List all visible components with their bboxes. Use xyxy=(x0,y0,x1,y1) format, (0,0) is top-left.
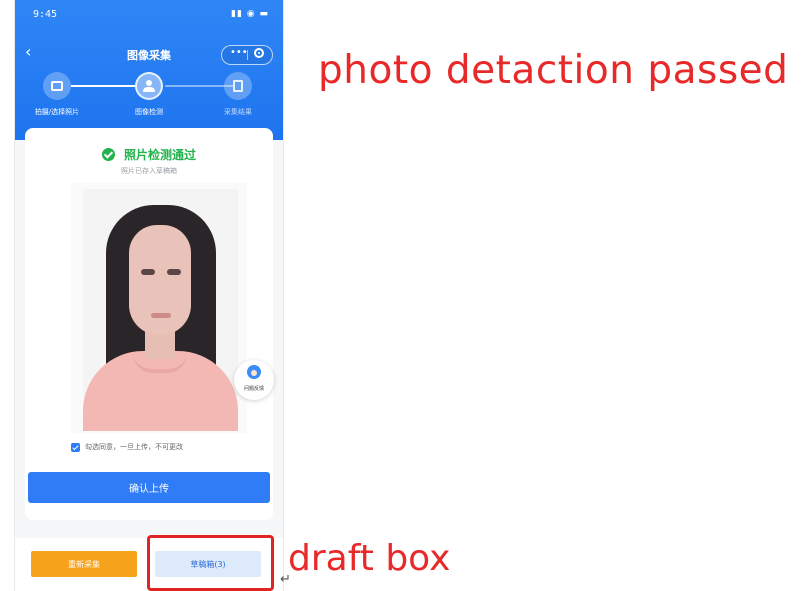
step-detect: 图像检测 xyxy=(104,72,194,117)
confirm-upload-button[interactable]: 确认上传 xyxy=(28,472,270,503)
agreement-text: 勾选同意，一旦上传，不可更改 xyxy=(85,443,183,451)
photo-eye-left xyxy=(141,269,155,275)
mini-program-capsule: ••• xyxy=(221,45,273,65)
photo-eye-right xyxy=(167,269,181,275)
step-detect-circle xyxy=(135,72,163,100)
feedback-float-button[interactable]: 问题反馈 xyxy=(234,360,274,400)
result-title: 照片检测通过 xyxy=(124,148,197,162)
image-icon xyxy=(51,81,63,91)
header-background: 9:45 ▮▮ ◉ ▬ ‹ 图像采集 ••• 拍摄/选择照片 图像检测 采集结果 xyxy=(15,0,283,140)
result-row: 照片检测通过 xyxy=(25,144,273,163)
captured-photo xyxy=(71,183,247,433)
retake-button[interactable]: 重新采集 xyxy=(31,551,137,577)
customer-service-icon xyxy=(247,365,261,379)
agreement-checkbox[interactable] xyxy=(71,443,80,452)
step-capture-circle xyxy=(43,72,71,100)
feedback-label: 问题反馈 xyxy=(243,386,264,392)
status-time: 9:45 xyxy=(33,9,58,20)
document-icon xyxy=(233,80,243,92)
annotation-draft-box: draft box xyxy=(288,538,451,579)
status-icons: ▮▮ ◉ ▬ xyxy=(231,9,269,19)
step-capture: 拍摄/选择照片 xyxy=(15,72,102,117)
photo-face xyxy=(129,225,191,335)
annotation-photo-passed: photo detaction passed xyxy=(318,48,789,93)
close-target-icon[interactable] xyxy=(254,48,264,58)
person-icon xyxy=(143,80,155,92)
detection-card: 照片检测通过 照片已存入草稿箱 勾选同意，一旦上传，不可更改 确认上传 xyxy=(25,128,273,520)
step-result-label: 采集结果 xyxy=(224,108,252,116)
photo-mouth xyxy=(151,313,171,318)
capsule-divider xyxy=(247,50,248,60)
phone-screen: 9:45 ▮▮ ◉ ▬ ‹ 图像采集 ••• 拍摄/选择照片 图像检测 采集结果… xyxy=(14,0,284,591)
step-capture-label: 拍摄/选择照片 xyxy=(34,108,80,116)
step-detect-label: 图像检测 xyxy=(135,108,163,116)
success-check-icon xyxy=(101,148,115,161)
status-bar: 9:45 ▮▮ ◉ ▬ xyxy=(15,8,283,26)
step-result-circle xyxy=(224,72,252,100)
nav-bar: ‹ 图像采集 ••• xyxy=(15,42,283,66)
result-subtitle: 照片已存入草稿箱 xyxy=(121,167,177,175)
draft-box-highlight xyxy=(147,535,274,591)
step-result: 采集结果 xyxy=(193,72,283,117)
progress-stepper: 拍摄/选择照片 图像检测 采集结果 xyxy=(15,72,283,127)
return-mark-icon: ↵ xyxy=(280,572,291,587)
more-icon[interactable]: ••• xyxy=(230,47,248,58)
